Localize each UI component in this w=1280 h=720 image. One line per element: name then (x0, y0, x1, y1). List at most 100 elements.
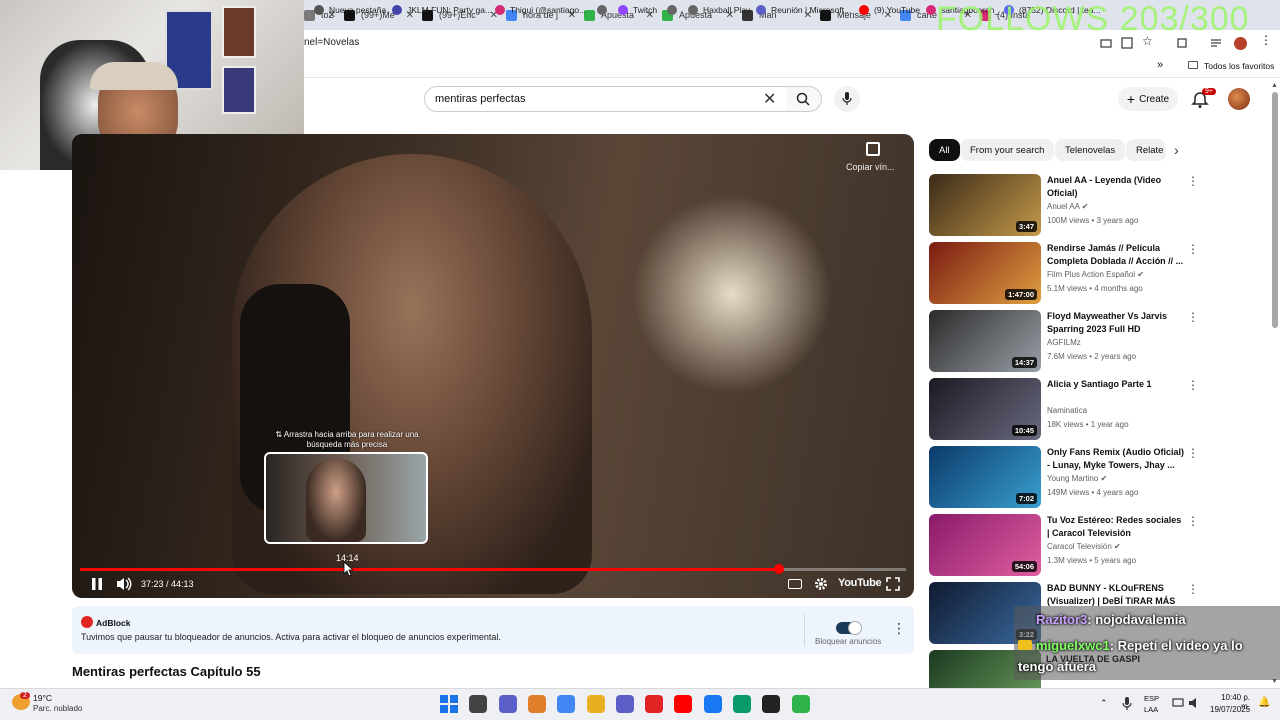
adblock-toggle-knob[interactable] (848, 621, 862, 635)
video-meta: 100M views • 3 years ago (1047, 216, 1139, 225)
video-title-link[interactable]: Rendirse Jamás // Película Completa Dobl… (1047, 242, 1185, 268)
notification-center-icon[interactable]: 🔔 (1258, 697, 1270, 708)
clock-date[interactable]: 19/07/2025 (1210, 705, 1250, 714)
settings-gear-icon[interactable] (814, 577, 828, 591)
taskbar-app-icon[interactable] (703, 695, 722, 713)
video-thumbnail[interactable]: 54:06 (929, 514, 1041, 576)
video-thumbnail[interactable]: 10:45 (929, 378, 1041, 440)
video-thumbnail[interactable]: 3:47 (929, 174, 1041, 236)
video-title-link[interactable]: Alicia y Santiago Parte 1 (1047, 378, 1185, 391)
taskbar-app-icon[interactable] (645, 695, 664, 713)
recommended-video[interactable]: 54:06 Tu Voz Estéreo: Redes sociales | Ca… (929, 514, 1199, 576)
taskbar-app-icon[interactable] (733, 695, 751, 713)
filter-chip[interactable]: Telenovelas (1055, 139, 1126, 161)
bookmark-item[interactable]: Reunión | Microsoft... (756, 5, 851, 15)
recommended-video[interactable]: 14:37 Floyd Mayweather Vs Jarvis Sparring… (929, 310, 1199, 372)
taskbar-app-icon[interactable] (791, 695, 810, 713)
keyboard-layout[interactable]: LAA (1144, 705, 1158, 714)
recommended-video[interactable]: 1:47:00 Rendirse Jamás // Película Comple… (929, 242, 1199, 304)
notification-badge: 9+ (1202, 88, 1216, 95)
youtube-logo[interactable]: YouTube (838, 577, 882, 589)
video-title-link[interactable]: Floyd Mayweather Vs Jarvis Sparring 2023… (1047, 310, 1185, 336)
filter-chip[interactable]: Relate (1126, 139, 1166, 161)
video-more-icon[interactable]: ⋮ (1187, 174, 1199, 188)
video-more-icon[interactable]: ⋮ (1187, 582, 1199, 596)
video-thumbnail[interactable]: 7:02 (929, 446, 1041, 508)
video-title-link[interactable]: Anuel AA - Leyenda (Video Oficial) (1047, 174, 1185, 200)
bookmark-item[interactable]: Nueva pestaña (314, 5, 386, 15)
copy-link-label[interactable]: Copiar vín... (846, 162, 895, 172)
copy-link-icon[interactable] (866, 142, 880, 156)
video-more-icon[interactable]: ⋮ (1187, 514, 1199, 528)
account-avatar[interactable] (1228, 88, 1250, 110)
scroll-up-icon[interactable]: ▲ (1271, 82, 1278, 89)
taskbar-app-icon[interactable] (527, 695, 546, 713)
video-more-icon[interactable]: ⋮ (1187, 242, 1199, 256)
start-button[interactable] (440, 695, 458, 713)
weather-desc[interactable]: Parc. nublado (33, 704, 82, 713)
chrome-menu-icon[interactable]: ⋮ (1260, 33, 1272, 47)
voice-search-button[interactable] (834, 86, 860, 112)
filter-chip[interactable]: All (929, 139, 960, 161)
recommended-video[interactable]: 3:47 Anuel AA - Leyenda (Video Oficial) An… (929, 174, 1199, 236)
bookmark-item[interactable]: Haxball Play (688, 5, 750, 15)
video-title-link[interactable]: Tu Voz Estéreo: Redes sociales | Caracol… (1047, 514, 1185, 540)
pause-icon[interactable] (90, 577, 104, 591)
taskbar-app-icon[interactable] (469, 695, 488, 713)
channel-name[interactable]: Film Plus Action Español ✔ (1047, 270, 1144, 279)
bookmark-item[interactable] (597, 5, 612, 15)
channel-name[interactable]: Caracol Televisión ✔ (1047, 542, 1121, 551)
recommended-video[interactable]: 10:45 Alicia y Santiago Parte 1 Naminatica… (929, 378, 1199, 440)
bookmark-item[interactable]: Thigui (@santiago... (495, 5, 586, 15)
create-button[interactable]: + Create (1118, 87, 1178, 111)
video-more-icon[interactable]: ⋮ (1187, 378, 1199, 392)
video-player[interactable] (72, 134, 914, 598)
page-scrollbar[interactable] (1272, 92, 1278, 328)
search-icon (796, 92, 810, 106)
bookmark-favicon-icon (926, 5, 936, 15)
video-thumbnail[interactable]: 14:37 (929, 310, 1041, 372)
adblock-more-icon[interactable]: ⋮ (892, 620, 906, 637)
taskbar-app-icon[interactable] (498, 695, 517, 713)
tray-overflow-icon[interactable]: ⌃ (1100, 698, 1108, 709)
subtitles-icon[interactable] (788, 579, 802, 589)
keyboard-language[interactable]: ESP (1144, 694, 1159, 703)
channel-name[interactable]: AGFILMz (1047, 338, 1081, 347)
taskbar-app-icon[interactable] (586, 695, 605, 713)
video-more-icon[interactable]: ⋮ (1187, 446, 1199, 460)
clear-search-icon[interactable]: ✕ (763, 89, 776, 109)
filter-chip[interactable]: From your search (960, 139, 1055, 161)
bookmark-item[interactable]: Twitch (618, 5, 657, 15)
video-thumbnail[interactable]: 1:47:00 (929, 242, 1041, 304)
bookmark-item[interactable]: JKLM.FUN: Party ga... (392, 5, 492, 15)
url-text[interactable]: nel=Novelas (304, 37, 359, 48)
search-button[interactable] (786, 86, 822, 112)
all-bookmarks-link[interactable]: Todos los favoritos (1204, 61, 1274, 71)
volume-icon[interactable] (116, 577, 132, 591)
tray-mic-icon[interactable] (1122, 697, 1132, 710)
taskbar-app-icon[interactable] (557, 695, 576, 713)
taskbar-app-icon[interactable] (674, 695, 693, 713)
weather-temp[interactable]: 19°C (33, 693, 52, 703)
progress-scrubber-handle[interactable] (773, 564, 784, 574)
video-meta: 149M views • 4 years ago (1047, 488, 1139, 497)
bookmark-item[interactable] (667, 5, 682, 15)
channel-name[interactable]: Young Martino ✔ (1047, 474, 1107, 483)
chips-next-icon[interactable]: › (1174, 142, 1179, 158)
bookmark-item[interactable]: (9) YouTube (859, 5, 920, 15)
search-input[interactable]: mentiras perfectas (435, 93, 525, 105)
channel-name[interactable]: Anuel AA ✔ (1047, 202, 1088, 211)
bookmarks-more-icon[interactable]: » (1157, 59, 1163, 71)
channel-name[interactable]: Naminatica (1047, 406, 1087, 415)
taskbar-app-icon[interactable] (762, 695, 781, 713)
chat-message: miguelxwc1: Repetí el video ya lo (1036, 638, 1243, 653)
recommended-video[interactable]: 7:02 Only Fans Remix (Audio Oficial) - Lu… (929, 446, 1199, 508)
video-title-link[interactable]: BAD BUNNY - KLOuFRENS (Visualizer) | DeB… (1047, 582, 1185, 608)
video-more-icon[interactable]: ⋮ (1187, 310, 1199, 324)
fullscreen-icon[interactable] (886, 577, 900, 591)
taskbar-app-icon[interactable] (615, 695, 634, 713)
search-box[interactable]: mentiras perfectas ✕ (424, 86, 788, 112)
network-icon[interactable] (1172, 697, 1184, 709)
speaker-icon[interactable] (1188, 697, 1200, 709)
video-title-link[interactable]: Only Fans Remix (Audio Oficial) - Lunay,… (1047, 446, 1185, 472)
